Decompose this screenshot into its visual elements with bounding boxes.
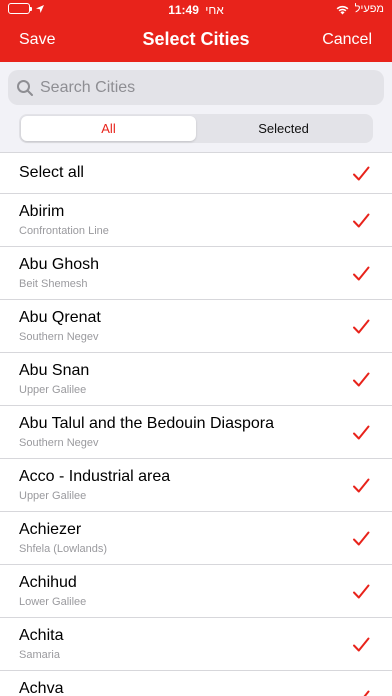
tab-selected[interactable]: Selected <box>196 116 371 141</box>
list-item[interactable]: Abu Ghosh Beit Shemesh <box>0 247 392 300</box>
status-network-label: אחי <box>205 3 224 17</box>
checkmark-icon <box>353 531 370 546</box>
checkmark-icon <box>353 266 370 281</box>
city-region: Samaria <box>19 649 60 661</box>
status-time: 11:49 <box>168 3 199 17</box>
save-button[interactable]: Save <box>19 31 55 49</box>
city-name: Acco - Industrial area <box>19 468 171 485</box>
search-input[interactable] <box>40 78 360 97</box>
search-icon <box>17 79 33 96</box>
filter-segmented-control: All Selected <box>19 114 373 143</box>
city-region: Southern Negev <box>19 331 99 343</box>
checkmark-icon <box>353 478 370 493</box>
city-region: Upper Galilee <box>19 384 87 396</box>
list-item[interactable]: Achva <box>0 671 392 696</box>
checkmark-icon <box>353 372 370 387</box>
city-name: Abu Qrenat <box>19 309 101 326</box>
list-item[interactable]: Achiezer Shfela (Lowlands) <box>0 512 392 565</box>
search-bar[interactable] <box>8 70 384 105</box>
status-time-group: 11:49 אחי <box>0 3 392 17</box>
list-item[interactable]: Abu Qrenat Southern Negev <box>0 300 392 353</box>
list-item[interactable]: Achita Samaria <box>0 618 392 671</box>
city-region: Beit Shemesh <box>19 278 88 290</box>
list-item[interactable]: Abirim Confrontation Line <box>0 194 392 247</box>
checkmark-icon <box>363 690 370 696</box>
status-bar: 11:49 אחי מפעיל <box>0 0 392 20</box>
cancel-button[interactable]: Cancel <box>322 31 372 49</box>
checkmark-icon <box>353 319 370 334</box>
city-list: Select all Abirim Confrontation Line Abu… <box>0 152 392 696</box>
city-region: Confrontation Line <box>19 225 109 237</box>
tab-all[interactable]: All <box>21 116 196 141</box>
search-area: All Selected <box>0 62 392 152</box>
city-name: Abu Ghosh <box>19 256 100 273</box>
list-item[interactable]: Acco - Industrial area Upper Galilee <box>0 459 392 512</box>
carrier-label: מפעיל <box>354 3 384 15</box>
city-name: Abu Snan <box>19 362 90 379</box>
status-right: מפעיל <box>335 3 384 15</box>
city-region: Upper Galilee <box>19 490 87 502</box>
checkmark-icon <box>353 637 370 652</box>
city-name: Abirim <box>19 203 65 220</box>
checkmark-icon <box>353 213 370 228</box>
select-all-row[interactable]: Select all <box>0 153 392 194</box>
city-name: Abu Talul and the Bedouin Diaspora <box>19 415 274 432</box>
checkmark-icon <box>353 584 370 599</box>
city-region: Lower Galilee <box>19 596 87 608</box>
app-header: 11:49 אחי מפעיל Save Select Cities Cance… <box>0 0 392 62</box>
list-item[interactable]: Achihud Lower Galilee <box>0 565 392 618</box>
city-name: Achva <box>19 680 64 696</box>
city-region: Southern Negev <box>19 437 99 449</box>
list-item[interactable]: Abu Snan Upper Galilee <box>0 353 392 406</box>
city-region: Shfela (Lowlands) <box>19 543 108 555</box>
select-all-label: Select all <box>19 164 84 181</box>
checkmark-icon <box>353 425 370 440</box>
navigation-bar: Save Select Cities Cancel <box>0 22 392 58</box>
list-item[interactable]: Abu Talul and the Bedouin Diaspora South… <box>0 406 392 459</box>
wifi-icon <box>336 5 349 14</box>
checkmark-icon <box>353 166 370 181</box>
city-name: Achita <box>19 627 64 644</box>
city-name: Achiezer <box>19 521 82 538</box>
city-name: Achihud <box>19 574 77 591</box>
